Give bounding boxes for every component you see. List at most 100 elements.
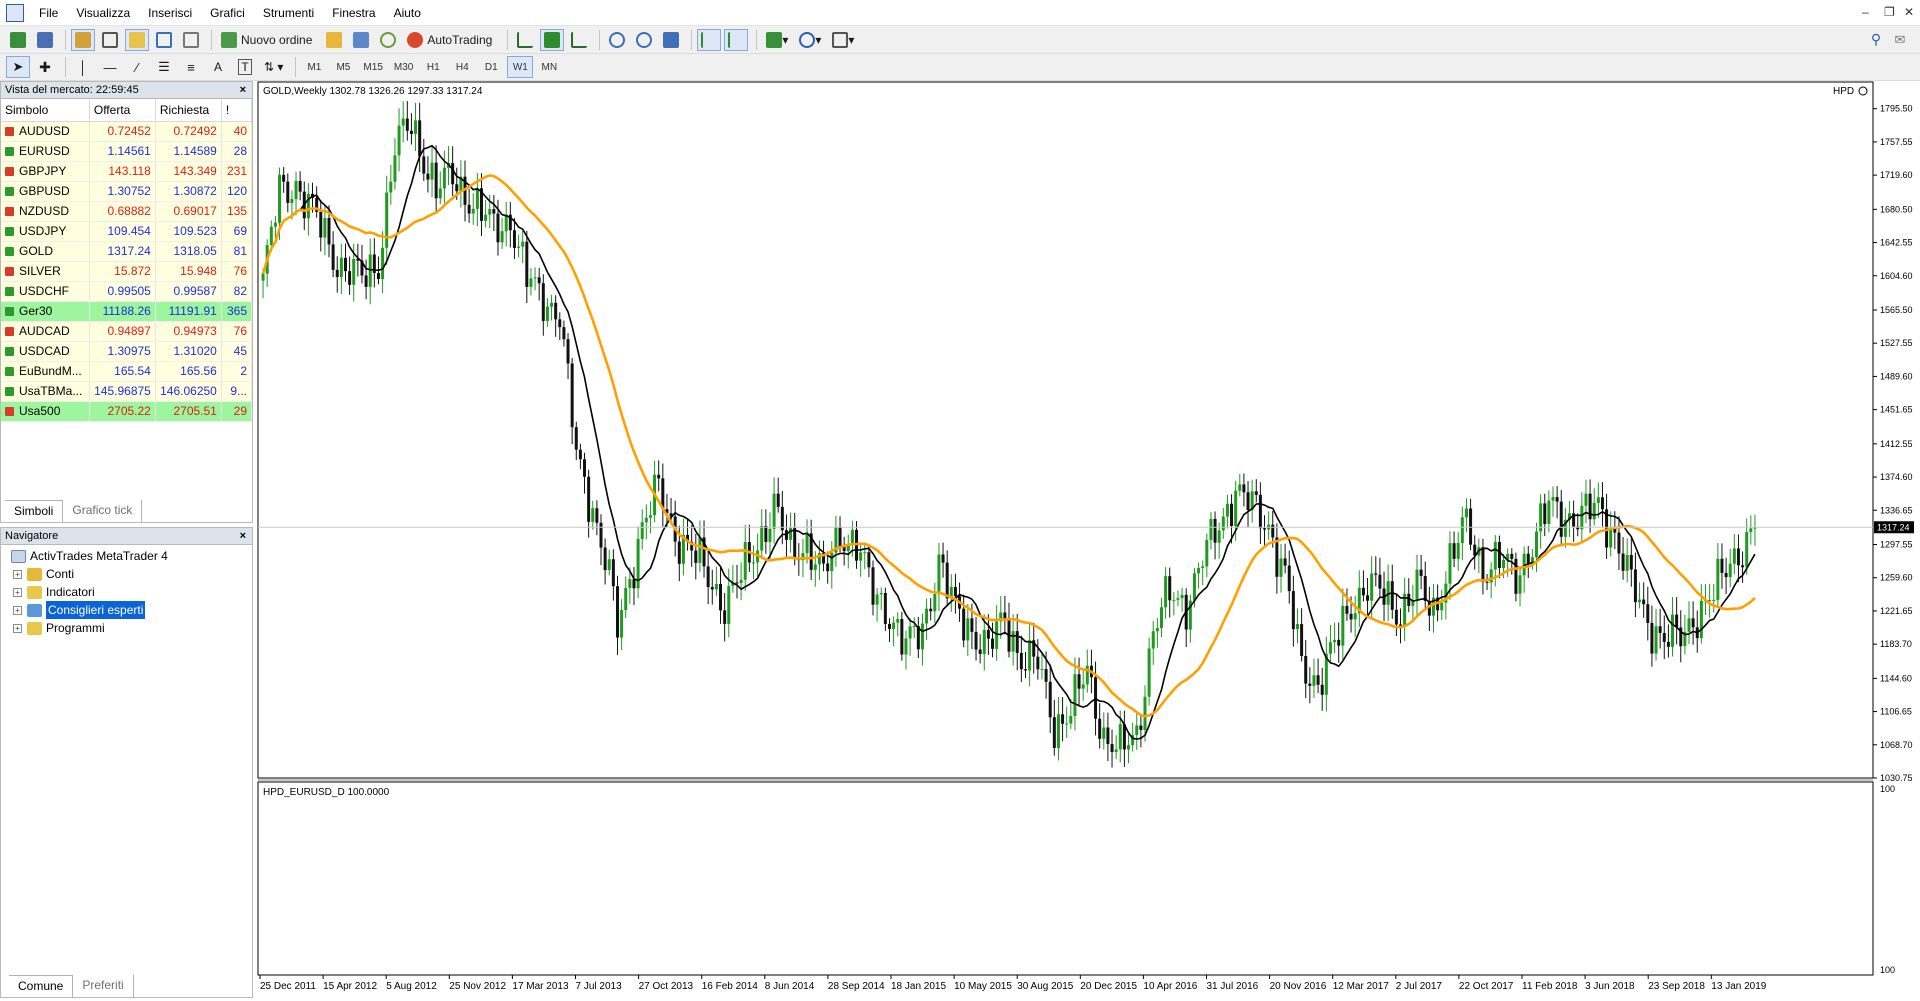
- tab-preferiti[interactable]: Preferiti: [73, 975, 134, 997]
- candle-body: [1283, 558, 1287, 566]
- timeframe-h1[interactable]: H1: [420, 56, 446, 78]
- indicator-close-icon[interactable]: [1858, 86, 1868, 96]
- timeframe-m5[interactable]: M5: [330, 56, 356, 78]
- ask-cell: 1318.05: [155, 241, 222, 262]
- menu-visualizza[interactable]: Visualizza: [67, 0, 139, 26]
- expand-icon[interactable]: +: [13, 623, 22, 633]
- channel-tool[interactable]: ☰: [152, 56, 176, 78]
- market-watch-row[interactable]: Ger30 11188.26 11191.91 365: [1, 301, 253, 322]
- column-header[interactable]: Richiesta: [155, 99, 222, 122]
- market-watch-row[interactable]: SILVER 15.872 15.948 76: [1, 261, 253, 282]
- navigator-button[interactable]: [125, 28, 149, 51]
- market-watch-row[interactable]: GBPJPY 143.118 143.349 231: [1, 161, 253, 182]
- horizontal-line-tool[interactable]: —: [98, 56, 122, 78]
- market-watch-button[interactable]: [71, 28, 95, 51]
- candle-body: [912, 626, 916, 628]
- new-order-button[interactable]: Nuovo ordine: [217, 29, 319, 51]
- market-watch-row[interactable]: USDCAD 1.30975 1.31020 45: [1, 341, 253, 362]
- bar-chart-button[interactable]: [513, 29, 537, 51]
- market-watch-row[interactable]: AUDCAD 0.94897 0.94973 76: [1, 321, 253, 342]
- candle-chart-button[interactable]: [540, 28, 565, 51]
- navigator-item-indicatori[interactable]: + Indicatori: [13, 583, 252, 601]
- indicators-button[interactable]: ▾: [762, 29, 792, 51]
- menu-strumenti[interactable]: Strumenti: [254, 0, 323, 26]
- timeframe-h4[interactable]: H4: [449, 56, 475, 78]
- close-market-watch-icon[interactable]: ×: [240, 82, 246, 98]
- trendline-tool[interactable]: ∕: [125, 56, 149, 78]
- periods-button[interactable]: ▾: [795, 29, 825, 51]
- tab-comune[interactable]: Comune: [9, 975, 74, 997]
- menu-file[interactable]: File: [30, 0, 67, 26]
- menu-aiuto[interactable]: Aiuto: [385, 0, 430, 26]
- text-tool[interactable]: A: [206, 56, 230, 78]
- chart-shift-button[interactable]: [724, 28, 749, 51]
- market-watch-row[interactable]: EURUSD 1.14561 1.14589 28: [1, 141, 253, 162]
- market-watch-row[interactable]: UsaTBMa... 145.96875 146.06250 9...: [1, 381, 253, 402]
- bid-cell: 1317.24: [89, 241, 156, 262]
- market-watch-row[interactable]: AUDUSD 0.72452 0.72492 40: [1, 121, 253, 142]
- column-header[interactable]: Offerta: [89, 99, 156, 122]
- templates-button[interactable]: ▾: [828, 29, 858, 51]
- menu-finestra[interactable]: Finestra: [323, 0, 384, 26]
- arrows-tool[interactable]: ⇅ ▾: [260, 56, 287, 78]
- market-watch-row[interactable]: GOLD 1317.24 1318.05 81: [1, 241, 253, 262]
- eraser-button[interactable]: [322, 29, 346, 51]
- new-chart-button[interactable]: [6, 29, 30, 51]
- profiles-button[interactable]: [33, 29, 57, 51]
- navigator-item-programmi[interactable]: + Programmi: [13, 619, 252, 637]
- market-watch-row[interactable]: NZDUSD 0.68882 0.69017 135: [1, 201, 253, 222]
- timeframe-m30[interactable]: M30: [390, 56, 417, 78]
- menu-inserisci[interactable]: Inserisci: [139, 0, 201, 26]
- close-icon[interactable]: ✕: [1904, 5, 1914, 19]
- y-tick-label: 1336.65: [1880, 505, 1913, 515]
- restore-icon[interactable]: ❐: [1884, 5, 1895, 19]
- candle-body: [537, 277, 541, 284]
- search-button[interactable]: ⚲: [1864, 29, 1888, 51]
- timeframe-mn[interactable]: MN: [536, 56, 562, 78]
- column-header[interactable]: Simbolo: [1, 99, 90, 122]
- expand-icon[interactable]: +: [13, 569, 22, 579]
- market-watch-row[interactable]: USDJPY 109.454 109.523 69: [1, 221, 253, 242]
- auto-scroll-button[interactable]: [697, 28, 722, 51]
- chat-button[interactable]: ✉: [1888, 29, 1912, 51]
- chart-window[interactable]: 1795.50 1757.55 1719.60 1680.50 1642.55 1604.…: [255, 81, 1920, 998]
- navigator-item-consiglieri-esperti[interactable]: + Consiglieri esperti: [13, 601, 252, 619]
- signals-button[interactable]: [349, 29, 373, 51]
- crosshair-tool[interactable]: ✚: [33, 56, 57, 78]
- tab-grafico-tick[interactable]: Grafico tick: [63, 500, 143, 522]
- tile-windows-button[interactable]: [659, 29, 683, 51]
- data-window-button[interactable]: [98, 29, 122, 51]
- tab-simboli[interactable]: Simboli: [5, 500, 64, 522]
- close-navigator-icon[interactable]: ×: [240, 528, 246, 544]
- fibonacci-tool[interactable]: ≡: [179, 56, 203, 78]
- timeframe-d1[interactable]: D1: [478, 56, 504, 78]
- expand-icon[interactable]: +: [13, 605, 22, 615]
- line-chart-button[interactable]: [567, 29, 591, 51]
- timeframe-m15[interactable]: M15: [359, 56, 386, 78]
- zoom-in-button[interactable]: [605, 29, 629, 51]
- tester-button[interactable]: [179, 29, 203, 51]
- label-tool[interactable]: T: [233, 56, 257, 78]
- autotrading-button[interactable]: AutoTrading: [403, 29, 499, 51]
- market-watch-row[interactable]: EuBundM... 165.54 165.56 2: [1, 361, 253, 382]
- candle-body: [1180, 594, 1184, 599]
- options-button[interactable]: [376, 29, 400, 51]
- timeframe-m1[interactable]: M1: [301, 56, 327, 78]
- y-tick-label: 1183.70: [1880, 639, 1912, 649]
- timeframe-w1[interactable]: W1: [507, 56, 534, 78]
- market-watch-row[interactable]: GBPUSD 1.30752 1.30872 120: [1, 181, 253, 202]
- market-watch-row[interactable]: USDCHF 0.99505 0.99587 82: [1, 281, 253, 302]
- cursor-tool[interactable]: ➤: [6, 56, 30, 78]
- menu-grafici[interactable]: Grafici: [201, 0, 254, 26]
- column-header[interactable]: !: [221, 99, 253, 122]
- expand-icon[interactable]: +: [13, 587, 22, 597]
- vertical-line-tool[interactable]: │: [71, 56, 95, 78]
- navigator-root[interactable]: ActivTrades MetaTrader 4: [11, 547, 252, 565]
- navigator-item-conti[interactable]: + Conti: [13, 565, 252, 583]
- minimize-icon[interactable]: –: [1862, 5, 1869, 19]
- gold-weekly-chart[interactable]: 1795.50 1757.55 1719.60 1680.50 1642.55 1604.…: [255, 81, 1920, 998]
- market-watch-row[interactable]: Usa500 2705.22 2705.51 29: [1, 401, 253, 422]
- terminal-button[interactable]: [152, 29, 176, 51]
- zoom-out-button[interactable]: [632, 29, 656, 51]
- candle-body: [1271, 524, 1275, 538]
